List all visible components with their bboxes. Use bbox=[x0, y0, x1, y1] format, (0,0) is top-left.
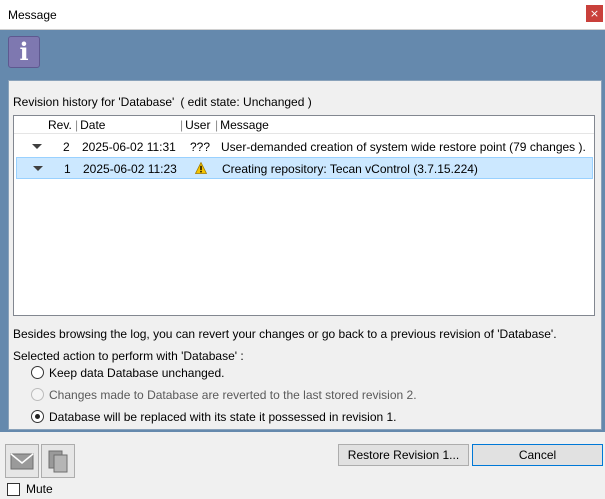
row-rev: 2 bbox=[63, 140, 70, 154]
mute-label: Mute bbox=[26, 482, 53, 496]
description-text: Besides browsing the log, you can revert… bbox=[13, 327, 557, 341]
warning-icon bbox=[195, 162, 207, 174]
cancel-button[interactable]: Cancel bbox=[472, 444, 603, 466]
content-panel: Revision history for 'Database' ( edit st… bbox=[8, 80, 602, 430]
option-label: Changes made to Database are reverted to… bbox=[49, 388, 417, 402]
expand-arrow-icon[interactable] bbox=[32, 144, 42, 149]
footer-bar: Restore Revision 1... Cancel Mute bbox=[0, 432, 605, 499]
table-row-rev-1[interactable]: 1 2025-06-02 11:23 Creating repository: … bbox=[16, 157, 593, 179]
title-bar: Message × bbox=[0, 0, 605, 30]
revision-history-title: Revision history for 'Database' bbox=[13, 95, 175, 109]
window-title: Message bbox=[8, 8, 57, 22]
row-message: User-demanded creation of system wide re… bbox=[221, 140, 586, 154]
column-header-rev[interactable]: Rev. bbox=[48, 118, 72, 132]
row-message: Creating repository: Tecan vControl (3.7… bbox=[222, 162, 478, 176]
info-banner: i bbox=[0, 30, 605, 78]
row-user: ??? bbox=[190, 140, 211, 154]
row-date: 2025-06-02 11:23 bbox=[83, 162, 177, 176]
revision-table[interactable]: Rev. | Date | User | Message 2 2025-06-02 1… bbox=[13, 115, 595, 316]
column-header-message-label: Message bbox=[220, 118, 269, 132]
mute-checkbox[interactable] bbox=[7, 483, 20, 496]
table-header: Rev. | Date | User | Message bbox=[14, 116, 594, 134]
table-row-rev-2[interactable]: 2 2025-06-02 11:31 ??? User-demanded cre… bbox=[14, 136, 594, 158]
info-icon: i bbox=[8, 36, 40, 68]
close-button[interactable]: × bbox=[586, 5, 603, 22]
column-header-date-label: Date bbox=[80, 118, 106, 132]
edit-state-label: ( edit state: Unchanged ) bbox=[180, 95, 312, 109]
envelope-icon bbox=[10, 453, 34, 470]
option-label: Keep data Database unchanged. bbox=[49, 366, 225, 380]
restore-revision-button[interactable]: Restore Revision 1... bbox=[338, 444, 469, 466]
radio-button[interactable] bbox=[31, 388, 44, 401]
column-header-date[interactable]: | Date bbox=[75, 118, 105, 132]
copy-button[interactable] bbox=[41, 444, 75, 478]
expand-arrow-icon[interactable] bbox=[33, 166, 43, 171]
action-caption: Selected action to perform with 'Databas… bbox=[13, 349, 244, 363]
radio-button[interactable] bbox=[31, 410, 44, 423]
copy-icon bbox=[48, 450, 68, 473]
revision-history-caption: Revision history for 'Database' ( edit st… bbox=[13, 95, 312, 109]
email-button[interactable] bbox=[5, 444, 39, 478]
column-header-user[interactable]: | User bbox=[180, 118, 210, 132]
radio-button[interactable] bbox=[31, 366, 44, 379]
column-header-user-label: User bbox=[185, 118, 211, 132]
row-rev: 1 bbox=[64, 162, 71, 176]
row-date: 2025-06-02 11:31 bbox=[82, 140, 176, 154]
option-label: Database will be replaced with its state… bbox=[49, 410, 397, 424]
column-header-message[interactable]: | Message bbox=[215, 118, 269, 132]
